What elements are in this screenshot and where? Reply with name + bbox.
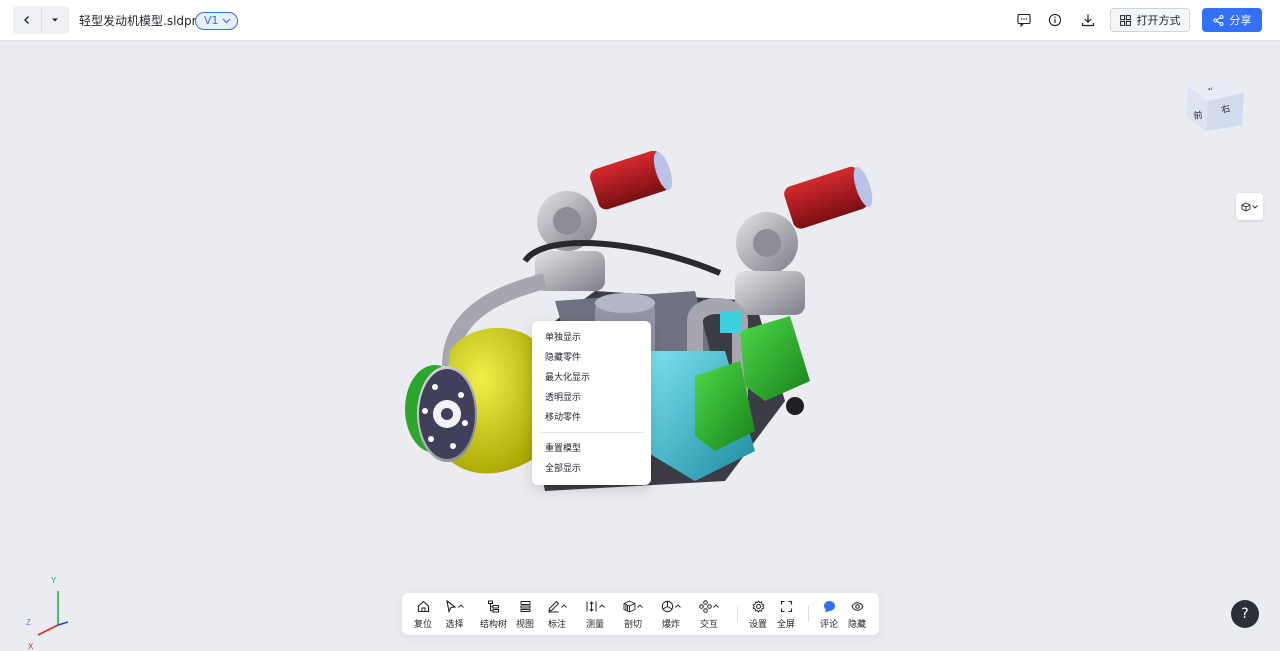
version-label: V1 — [204, 14, 219, 27]
view-cube-top-mark: ↵ — [1208, 87, 1213, 93]
view-mode-button[interactable] — [1236, 193, 1263, 220]
file-name: 轻型发动机模型.sldprt — [79, 14, 202, 28]
caret-up-icon — [675, 604, 681, 608]
menu-divider — [539, 432, 644, 433]
tool-fullscreen-label: 全屏 — [777, 620, 796, 630]
chevron-left-icon — [23, 16, 29, 24]
info-button[interactable] — [1047, 12, 1063, 28]
comment-bubble-icon — [823, 600, 835, 612]
message-icon — [1017, 13, 1031, 27]
tool-select-label: 选择 — [445, 620, 464, 630]
tool-comment-label: 评论 — [820, 620, 839, 630]
explode-icon — [661, 600, 674, 612]
measure-icon — [586, 600, 597, 612]
tool-annotate-label: 标注 — [547, 620, 566, 630]
bottom-toolbar: 复位 选择 结构树 视图 标注 测量 剖切 爆炸 交互 设置 全屏 评论 隐藏 — [402, 593, 879, 635]
share-button[interactable]: 分享 — [1202, 8, 1262, 32]
tree-icon — [488, 600, 499, 612]
section-cube-icon — [623, 600, 636, 612]
axis-y-label: Y — [51, 576, 57, 585]
interact-icon — [699, 599, 712, 613]
cursor-icon — [446, 599, 457, 613]
share-label: 分享 — [1229, 14, 1252, 27]
chevron-down-icon — [222, 18, 230, 24]
menu-item-show-all[interactable]: 全部显示 — [532, 459, 651, 479]
help-button[interactable]: ? — [1231, 600, 1259, 628]
toolbar-divider — [737, 606, 738, 622]
comment-button[interactable] — [1016, 12, 1032, 28]
grid-icon — [1119, 14, 1131, 26]
menu-item-isolate[interactable]: 单独显示 — [532, 328, 651, 348]
axis-triad: Y Z X — [26, 576, 69, 651]
tool-select[interactable]: 选择 — [445, 598, 464, 630]
cube-icon — [1241, 201, 1251, 212]
tool-structure-tree[interactable]: 结构树 — [480, 598, 507, 630]
fullscreen-icon — [780, 600, 792, 612]
top-bar: 轻型发动机模型.sldprt V1 打开方式 分享 — [0, 0, 1280, 41]
3d-viewport[interactable]: 前 右 ↵ 单独显示 隐藏零件 最大化显示 透明显示 移动零件 重置模型 全部显… — [0, 41, 1280, 651]
toolbar-divider — [808, 606, 809, 622]
tool-section-label: 剖切 — [623, 620, 642, 630]
download-button[interactable] — [1080, 12, 1096, 28]
caret-up-icon — [713, 604, 719, 608]
home-icon — [417, 600, 429, 612]
tool-interact-label: 交互 — [699, 620, 718, 630]
eye-icon — [850, 601, 864, 611]
share-icon — [1213, 14, 1223, 26]
caret-up-icon — [561, 604, 567, 608]
chevron-down-icon — [1252, 204, 1258, 209]
view-cube-front-label: 前 — [1193, 109, 1203, 121]
view-cube[interactable]: 前 右 ↵ — [1182, 77, 1246, 133]
caret-up-icon — [458, 604, 464, 608]
menu-item-transparent[interactable]: 透明显示 — [532, 388, 651, 408]
tool-section[interactable]: 剖切 — [623, 598, 643, 630]
tool-view[interactable]: 视图 — [516, 598, 534, 630]
pencil-icon — [548, 600, 560, 612]
back-button[interactable] — [13, 6, 42, 34]
tool-reset[interactable]: 复位 — [414, 598, 432, 630]
tool-settings[interactable]: 设置 — [749, 598, 767, 630]
menu-item-move-part[interactable]: 移动零件 — [532, 408, 651, 428]
tool-fullscreen[interactable]: 全屏 — [777, 598, 795, 630]
tool-comment[interactable]: 评论 — [820, 598, 838, 630]
caret-down-icon — [52, 18, 59, 22]
tool-structure-tree-label: 结构树 — [480, 620, 508, 630]
open-with-label: 打开方式 — [1136, 14, 1181, 27]
tool-interact[interactable]: 交互 — [699, 598, 719, 630]
tool-measure[interactable]: 测量 — [585, 598, 605, 630]
gear-icon — [752, 599, 764, 613]
context-menu: 单独显示 隐藏零件 最大化显示 透明显示 移动零件 重置模型 全部显示 — [532, 321, 651, 485]
tool-measure-label: 测量 — [585, 620, 604, 630]
menu-item-hide-part[interactable]: 隐藏零件 — [532, 348, 651, 368]
open-with-button[interactable]: 打开方式 — [1110, 8, 1190, 32]
nav-group — [13, 6, 69, 34]
version-selector[interactable]: V1 — [195, 12, 238, 30]
download-icon — [1081, 14, 1095, 27]
tool-annotate[interactable]: 标注 — [547, 598, 567, 630]
tool-hide[interactable]: 隐藏 — [848, 598, 866, 630]
tool-explode-label: 爆炸 — [661, 620, 680, 630]
tool-settings-label: 设置 — [749, 620, 768, 630]
view-list-icon — [520, 600, 530, 612]
tool-view-label: 视图 — [516, 620, 535, 630]
info-icon — [1048, 13, 1062, 27]
caret-up-icon — [637, 604, 643, 608]
menu-item-maximize[interactable]: 最大化显示 — [532, 368, 651, 388]
menu-item-reset-model[interactable]: 重置模型 — [532, 439, 651, 459]
tool-explode[interactable]: 爆炸 — [661, 598, 681, 630]
tool-hide-label: 隐藏 — [848, 620, 867, 630]
help-label: ? — [1241, 606, 1249, 622]
axis-z-label: Z — [26, 618, 31, 627]
tool-reset-label: 复位 — [414, 620, 433, 630]
nav-dropdown-button[interactable] — [42, 6, 70, 34]
caret-up-icon — [599, 604, 605, 608]
